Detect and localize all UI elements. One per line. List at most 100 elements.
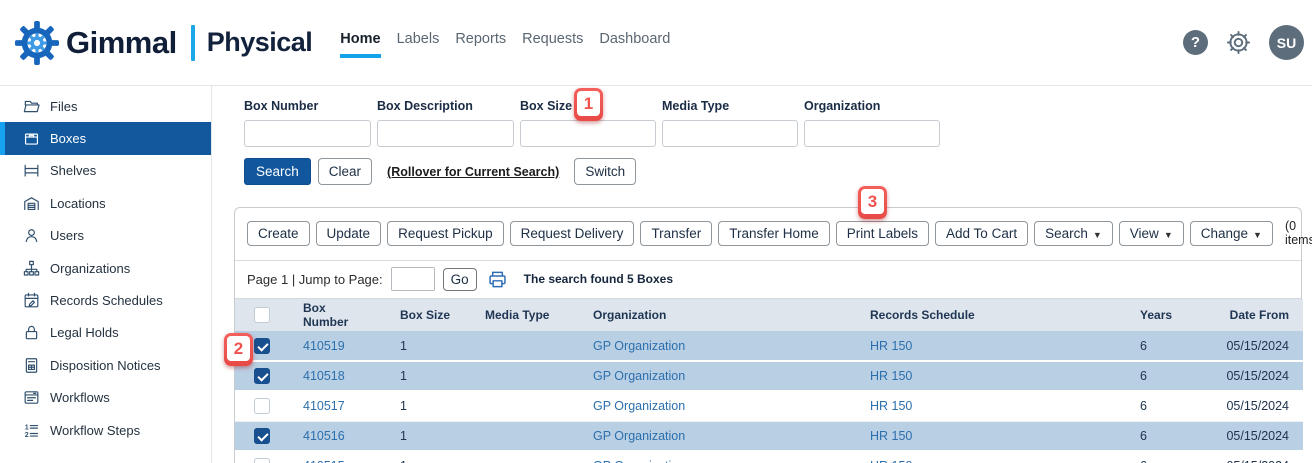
search-dropdown-button[interactable]: Search ▼ xyxy=(1034,221,1113,246)
sidebar-item-label: Boxes xyxy=(50,131,86,146)
search-dropdown-label: Search xyxy=(1045,226,1088,241)
numbered-list-icon: 12 xyxy=(22,421,41,440)
box-description-label: Box Description xyxy=(377,99,514,113)
update-button[interactable]: Update xyxy=(316,221,382,246)
table-header-row: Box Number Box Size Media Type Organizat… xyxy=(235,299,1303,331)
sidebar-item-label: Files xyxy=(50,99,77,114)
table-row[interactable]: 410516 1 GP Organization HR 150 6 05/15/… xyxy=(235,421,1303,451)
records-schedule-link[interactable]: HR 150 xyxy=(870,369,912,383)
box-number-link[interactable]: 410517 xyxy=(303,399,345,413)
gimmal-physical-app: Gimmal Physical Home Labels Reports Requ… xyxy=(0,0,1312,463)
media-type-cell xyxy=(471,361,579,391)
sidebar-item-users[interactable]: Users xyxy=(0,220,211,252)
years-cell: 6 xyxy=(1126,391,1211,421)
nav-dashboard[interactable]: Dashboard xyxy=(599,31,670,58)
print-labels-button[interactable]: Print Labels xyxy=(836,221,929,246)
sidebar-item-boxes[interactable]: Boxes xyxy=(0,122,211,154)
sidebar-item-label: Workflow Steps xyxy=(50,423,140,438)
media-type-input[interactable] xyxy=(662,120,798,147)
cart-items-count: (0 items) xyxy=(1285,219,1312,247)
sidebar-item-workflow-steps[interactable]: 12 Workflow Steps xyxy=(0,414,211,446)
search-button[interactable]: Search xyxy=(244,158,311,185)
nav-home[interactable]: Home xyxy=(340,31,380,58)
row-checkbox[interactable] xyxy=(254,338,270,354)
field-organization: Organization xyxy=(804,99,940,147)
view-dropdown-button[interactable]: View▼ xyxy=(1119,221,1184,246)
results-toolbar: Create Update Request Pickup Request Del… xyxy=(235,208,1301,261)
transfer-home-button[interactable]: Transfer Home xyxy=(718,221,830,246)
transfer-button[interactable]: Transfer xyxy=(640,221,712,246)
sidebar-item-records-schedules[interactable]: Records Schedules xyxy=(0,284,211,316)
col-organization: Organization xyxy=(579,299,856,331)
records-schedule-link[interactable]: HR 150 xyxy=(870,399,912,413)
years-cell: 6 xyxy=(1126,451,1211,463)
add-to-cart-button[interactable]: Add To Cart xyxy=(935,221,1028,246)
pagination-bar: Page 1 | Jump to Page: Go The search fou… xyxy=(235,261,1301,299)
box-size-input[interactable] xyxy=(520,120,656,147)
row-checkbox[interactable] xyxy=(254,428,270,444)
create-button[interactable]: Create xyxy=(247,221,310,246)
help-button[interactable]: ? xyxy=(1183,30,1208,55)
sidebar-item-legal-holds[interactable]: Legal Holds xyxy=(0,317,211,349)
table-row[interactable]: 410515 1 GP Organization HR 150 6 05/15/… xyxy=(235,451,1303,463)
chevron-down-icon: ▼ xyxy=(1093,230,1102,240)
change-dropdown-button[interactable]: Change▼ xyxy=(1190,221,1273,246)
sidebar-item-workflows[interactable]: Workflows xyxy=(0,382,211,414)
sidebar-item-files[interactable]: Files xyxy=(0,90,211,122)
nav-requests[interactable]: Requests xyxy=(522,31,583,58)
organization-input[interactable] xyxy=(804,120,940,147)
row-checkbox[interactable] xyxy=(254,368,270,384)
switch-button[interactable]: Switch xyxy=(574,158,636,185)
media-type-cell xyxy=(471,421,579,451)
records-schedule-link[interactable]: HR 150 xyxy=(870,429,912,443)
nav-reports[interactable]: Reports xyxy=(455,31,506,58)
box-number-input[interactable] xyxy=(244,120,371,147)
chevron-down-icon: ▼ xyxy=(1164,230,1173,240)
clear-button[interactable]: Clear xyxy=(318,158,372,185)
table-row[interactable]: 410519 1 GP Organization HR 150 6 05/15/… xyxy=(235,331,1303,361)
annotation-step-2-badge: 2 xyxy=(224,333,253,366)
records-schedule-link[interactable]: HR 150 xyxy=(870,459,912,463)
col-box-number: Box Number xyxy=(289,299,386,331)
box-number-link[interactable]: 410516 xyxy=(303,429,345,443)
box-number-link[interactable]: 410515 xyxy=(303,459,345,463)
settings-gear-icon[interactable] xyxy=(1225,29,1252,56)
user-avatar[interactable]: SU xyxy=(1269,25,1304,60)
date-from-cell: 05/15/2024 xyxy=(1211,331,1303,361)
row-checkbox[interactable] xyxy=(254,458,270,463)
chevron-down-icon: ▼ xyxy=(1253,230,1262,240)
select-all-checkbox[interactable] xyxy=(254,307,270,323)
organization-link[interactable]: GP Organization xyxy=(593,399,685,413)
printer-icon[interactable] xyxy=(487,269,508,290)
row-checkbox[interactable] xyxy=(254,398,270,414)
organization-link[interactable]: GP Organization xyxy=(593,369,685,383)
sidebar-item-label: Records Schedules xyxy=(50,293,163,308)
table-row[interactable]: 410517 1 GP Organization HR 150 6 05/15/… xyxy=(235,391,1303,421)
nav-labels[interactable]: Labels xyxy=(397,31,440,58)
records-schedule-link[interactable]: HR 150 xyxy=(870,339,912,353)
organization-label: Organization xyxy=(804,99,940,113)
box-size-cell: 1 xyxy=(386,331,471,361)
organization-link[interactable]: GP Organization xyxy=(593,339,685,353)
organization-link[interactable]: GP Organization xyxy=(593,429,685,443)
go-button[interactable]: Go xyxy=(443,268,477,291)
org-chart-icon xyxy=(22,259,41,278)
table-row[interactable]: 410518 1 GP Organization HR 150 6 05/15/… xyxy=(235,361,1303,391)
sidebar-item-organizations[interactable]: Organizations xyxy=(0,252,211,284)
sidebar-item-locations[interactable]: Locations xyxy=(0,187,211,219)
jump-to-page-input[interactable] xyxy=(391,267,435,291)
rollover-current-search-link[interactable]: (Rollover for Current Search) xyxy=(387,165,559,179)
media-type-cell xyxy=(471,451,579,463)
organization-link[interactable]: GP Organization xyxy=(593,459,685,463)
date-from-cell: 05/15/2024 xyxy=(1211,361,1303,391)
request-pickup-button[interactable]: Request Pickup xyxy=(387,221,504,246)
box-number-link[interactable]: 410518 xyxy=(303,369,345,383)
request-delivery-button[interactable]: Request Delivery xyxy=(510,221,635,246)
box-number-link[interactable]: 410519 xyxy=(303,339,345,353)
brand-product: Physical xyxy=(207,27,313,58)
sidebar-item-disposition-notices[interactable]: Disposition Notices xyxy=(0,349,211,381)
sidebar-item-shelves[interactable]: Shelves xyxy=(0,155,211,187)
main-content: Box Number Box Description Box Size Medi… xyxy=(212,86,1312,463)
box-description-input[interactable] xyxy=(377,120,514,147)
box-size-cell: 1 xyxy=(386,361,471,391)
